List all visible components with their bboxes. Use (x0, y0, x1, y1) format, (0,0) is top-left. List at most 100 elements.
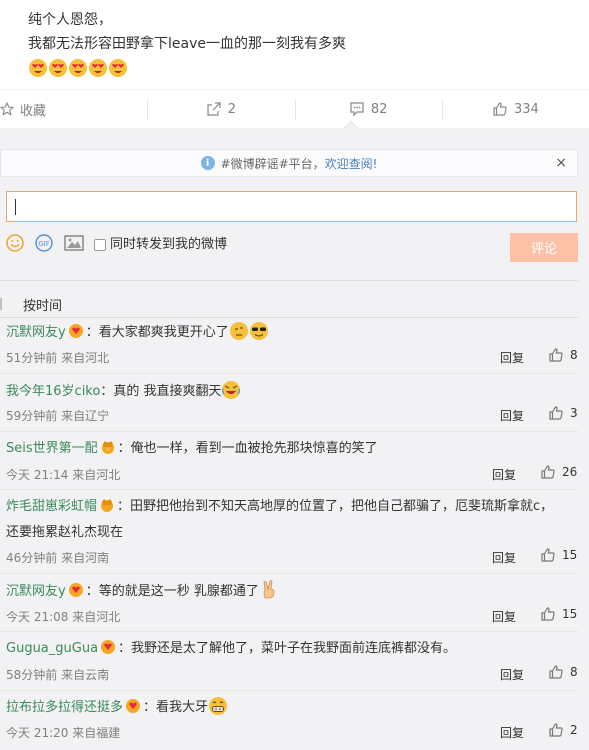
sync-weibo-checkbox[interactable]: 同时转发到我的微博 (94, 233, 227, 252)
favorite-button[interactable]: 收藏 (0, 90, 147, 128)
comment-meta: 今天 21:14 来自河北 (6, 468, 121, 482)
vip-badge-icon (126, 699, 141, 713)
star-icon (0, 102, 14, 116)
thinking-emoji-icon (229, 322, 248, 340)
comment-like-button[interactable]: 26 (540, 464, 577, 480)
thumbs-up-icon (549, 348, 563, 362)
comment-body: ：看大家都爽我更开心了 (85, 325, 229, 340)
sort-marker (0, 298, 2, 310)
thumbs-up-icon (549, 723, 563, 737)
comment-body: ：真的 我直接爽翻天 (100, 384, 222, 399)
vip-badge-icon (68, 583, 83, 597)
comment-like-count: 8 (570, 348, 578, 362)
forward-button[interactable]: 2 (147, 90, 294, 128)
post-action-bar: 收藏 2 82 334 (0, 89, 589, 129)
sync-weibo-label: 同时转发到我的微博 (110, 237, 228, 252)
reply-button[interactable]: 回复 (500, 407, 524, 424)
info-icon: i (200, 156, 215, 170)
comment-like-button[interactable]: 3 (548, 405, 578, 421)
comment-button[interactable]: 82 (294, 90, 442, 128)
vip-badge-icon (68, 324, 83, 338)
comment-text-line: 拉布拉多拉得还挺多 ：看我大牙 (6, 696, 228, 719)
comment-username[interactable]: 沉默网友y (6, 325, 66, 340)
comment-separator (0, 431, 578, 432)
comment-username[interactable]: 炸毛甜崽彩虹帽 (6, 499, 97, 514)
comment-meta: 59分钟前 来自辽宁 (6, 409, 110, 423)
thumbs-up-icon (493, 102, 507, 116)
post-content: 纯个人恩怨， 我都无法形容田野拿下leave一血的那一刻我有多爽 (28, 8, 568, 78)
crown-badge-icon (101, 441, 114, 454)
reply-button[interactable]: 回复 (492, 608, 516, 625)
post-line-1: 纯个人恩怨， (28, 12, 112, 28)
emoji-icon[interactable] (6, 233, 24, 252)
comment-separator (0, 631, 578, 632)
reply-button[interactable]: 回复 (500, 724, 524, 741)
comment-separator (0, 489, 578, 490)
comment-like-count: 15 (562, 548, 578, 562)
comment-username[interactable]: 拉布拉多拉得还挺多 (6, 700, 123, 715)
composer-divider (0, 280, 578, 281)
close-icon[interactable]: × (555, 155, 567, 171)
comment-like-button[interactable]: 8 (548, 347, 578, 363)
comment-text-line: 我今年16岁ciko：真的 我直接爽翻天 (6, 380, 241, 403)
thumbs-up-icon (541, 465, 555, 479)
like-button[interactable]: 334 (441, 90, 589, 128)
comment-separator (0, 373, 578, 374)
rumor-notice: i #微博辟谣#平台， 欢迎查阅! × (0, 149, 578, 177)
notice-prefix[interactable]: #微博辟谣#平台， (221, 155, 325, 172)
comment-separator (0, 573, 578, 574)
notice-link[interactable]: 欢迎查阅! (325, 155, 378, 172)
svg-text:GIF: GIF (38, 240, 50, 248)
comment-like-button[interactable]: 15 (540, 547, 577, 563)
gif-icon[interactable]: GIF (34, 233, 54, 252)
comment-username[interactable]: 沉默网友y (6, 584, 66, 599)
laughing-emoji-icon (222, 381, 241, 399)
comment-text-line: 沉默网友y ：等的就是这一秒 乳腺都通了 (6, 580, 279, 603)
comment-input[interactable] (7, 192, 576, 221)
like-count: 334 (513, 101, 539, 117)
comment-username[interactable]: Seis世界第一配 (6, 441, 98, 456)
sort-divider (0, 317, 578, 318)
comment-input-box[interactable] (6, 191, 577, 222)
vip-badge-icon (101, 640, 116, 654)
comment-meta: 46分钟前 来自河南 (6, 551, 110, 565)
comment-icon (350, 102, 364, 117)
submit-comment-button[interactable]: 评论 (510, 233, 578, 262)
comment-text-line-2: 还要拖累赵礼杰现在 (6, 525, 124, 540)
comment-username[interactable]: 我今年16岁ciko (6, 384, 100, 399)
grinning-teeth-emoji-icon (209, 697, 228, 715)
comment-like-button[interactable]: 2 (548, 722, 578, 738)
reply-button[interactable]: 回复 (492, 549, 516, 566)
thumbs-up-icon (541, 548, 555, 562)
comment-meta: 51分钟前 来自河北 (6, 351, 110, 365)
comment-like-count: 26 (562, 465, 578, 479)
victory-hand-emoji-icon (263, 580, 275, 599)
comment-separator (0, 690, 578, 691)
comment-like-count: 3 (570, 406, 578, 420)
sunglasses-emoji-icon (249, 322, 268, 340)
comment-count: 82 (370, 101, 388, 117)
comment-body: ：俺也一样，看到一血被抢先那块惊喜的笑了 (117, 441, 378, 456)
comment-text-line: Seis世界第一配 ：俺也一样，看到一血被抢先那块惊喜的笑了 (6, 438, 378, 460)
reply-button[interactable]: 回复 (500, 666, 524, 683)
comment-body: ：我野还是太了解他了，菜叶子在我野面前连底裤都没有。 (118, 641, 457, 656)
comment-like-count: 8 (570, 665, 578, 679)
comment-like-count: 15 (562, 607, 578, 621)
comment-meta: 58分钟前 来自云南 (6, 668, 110, 682)
comment-like-button[interactable]: 15 (540, 606, 577, 622)
comment-like-button[interactable]: 8 (548, 664, 578, 680)
comment-like-count: 2 (570, 723, 578, 737)
comment-username[interactable]: Gugua_guGua (6, 641, 98, 656)
thumbs-up-icon (549, 665, 563, 679)
post-line-2: 我都无法形容田野拿下leave一血的那一刻我有多爽 (28, 36, 346, 52)
reply-button[interactable]: 回复 (492, 466, 516, 483)
heart-eyes-emoji-icon (49, 59, 67, 77)
heart-eyes-emoji-icon (109, 59, 127, 77)
reply-button[interactable]: 回复 (500, 349, 524, 366)
comment-text-line: 炸毛甜崽彩虹帽 ：田野把他抬到不知天高地厚的位置了，把他自己都骗了，厄斐琉斯拿就c… (6, 496, 553, 518)
crown-badge-icon (101, 499, 114, 512)
sort-by-time[interactable]: 按时间 (23, 295, 62, 314)
comment-text-line: 沉默网友y ：看大家都爽我更开心了 (6, 321, 269, 344)
comment-body: ：看我大牙 (143, 700, 209, 715)
image-icon[interactable] (64, 234, 84, 251)
